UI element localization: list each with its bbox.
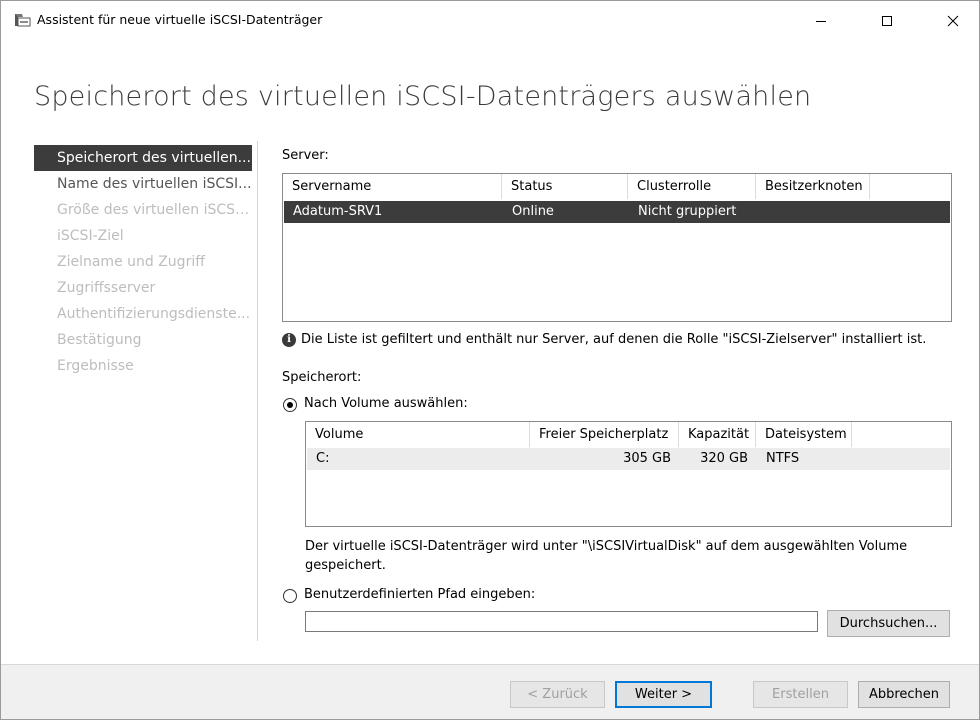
minimize-button[interactable] [798, 1, 844, 41]
volume-capacity-cell: 320 GB [700, 451, 748, 466]
server-name-cell: Adatum-SRV1 [293, 204, 383, 219]
nav-step-target-name: Zielname und Zugriff [57, 254, 205, 270]
volume-list-header: Volume Freier Speicherplatz Kapazität Da… [306, 422, 852, 447]
close-icon [947, 12, 959, 31]
wizard-steps-nav: Speicherort des virtuellen... Name des v… [34, 145, 252, 379]
volume-free-cell: 305 GB [623, 451, 671, 466]
nav-step-access-servers: Zugriffsserver [57, 280, 156, 296]
server-row[interactable]: Adatum-SRV1 Online Nicht gruppiert [284, 201, 950, 223]
server-filter-info: Die Liste ist gefiltert und enthält nur … [301, 332, 927, 347]
info-icon: i [282, 333, 296, 347]
server-clusterrole-cell: Nicht gruppiert [638, 204, 737, 219]
column-header-free-space[interactable]: Freier Speicherplatz [530, 422, 679, 447]
radio-select-by-volume[interactable] [283, 398, 297, 412]
storage-location-label: Speicherort: [282, 370, 362, 385]
create-button[interactable]: Erstellen [753, 681, 848, 708]
server-ownernode-cell [757, 201, 871, 223]
column-header-status[interactable]: Status [502, 174, 628, 199]
column-header-clusterrole[interactable]: Clusterrolle [628, 174, 756, 199]
window-title: Assistent für neue virtuelle iSCSI-Daten… [37, 12, 323, 27]
nav-step-authentication: Authentifizierungsdienste... [57, 306, 251, 322]
cancel-button[interactable]: Abbrechen [858, 681, 950, 708]
volume-row[interactable]: C: 305 GB 320 GB NTFS [307, 448, 950, 470]
nav-step-results: Ergebnisse [57, 358, 134, 374]
storage-note-line1: Der virtuelle iSCSI-Datenträger wird unt… [305, 539, 908, 554]
server-label: Server: [282, 148, 329, 163]
storage-note-line2: gespeichert. [305, 558, 386, 573]
wizard-app-icon [14, 12, 31, 28]
maximize-button[interactable] [864, 1, 910, 41]
radio-selected-dot [287, 402, 293, 408]
maximize-icon [881, 12, 893, 31]
minimize-icon [815, 12, 827, 31]
column-header-filesystem[interactable]: Dateisystem [756, 422, 852, 447]
server-list-header: Servername Status Clusterrolle Besitzerk… [283, 174, 870, 199]
wizard-window: Assistent für neue virtuelle iSCSI-Daten… [0, 0, 980, 720]
radio-select-by-volume-label[interactable]: Nach Volume auswählen: [304, 396, 468, 411]
close-button[interactable] [930, 1, 976, 41]
nav-step-storage-location[interactable]: Speicherort des virtuellen... [34, 145, 252, 171]
volume-list[interactable]: Volume Freier Speicherplatz Kapazität Da… [305, 421, 952, 527]
radio-custom-path[interactable] [283, 589, 297, 603]
custom-path-input[interactable] [305, 611, 818, 632]
column-header-ownernode[interactable]: Besitzerknoten [756, 174, 870, 199]
radio-custom-path-label[interactable]: Benutzerdefinierten Pfad eingeben: [304, 587, 535, 602]
nav-step-disk-name[interactable]: Name des virtuellen iSCSI... [34, 171, 252, 197]
nav-divider [257, 141, 258, 641]
nav-step-iscsi-target: iSCSI-Ziel [57, 228, 124, 244]
title-bar: Assistent für neue virtuelle iSCSI-Daten… [1, 1, 979, 41]
nav-step-disk-size: Größe des virtuellen iSCSI... [57, 202, 252, 218]
column-header-capacity[interactable]: Kapazität [679, 422, 756, 447]
browse-button[interactable]: Durchsuchen... [827, 610, 950, 637]
page-title: Speicherort des virtuellen iSCSI-Datentr… [34, 81, 812, 112]
volume-name-cell: C: [316, 451, 330, 466]
server-list[interactable]: Servername Status Clusterrolle Besitzerk… [282, 173, 952, 322]
back-button[interactable]: < Zurück [510, 681, 605, 708]
nav-step-confirmation: Bestätigung [57, 332, 142, 348]
server-status-cell: Online [512, 204, 554, 219]
wizard-footer: < Zurück Weiter > Erstellen Abbrechen [1, 664, 979, 719]
volume-filesystem-cell: NTFS [766, 451, 800, 466]
column-header-servername[interactable]: Servername [283, 174, 502, 199]
column-header-volume[interactable]: Volume [306, 422, 530, 447]
next-button[interactable]: Weiter > [615, 681, 712, 708]
